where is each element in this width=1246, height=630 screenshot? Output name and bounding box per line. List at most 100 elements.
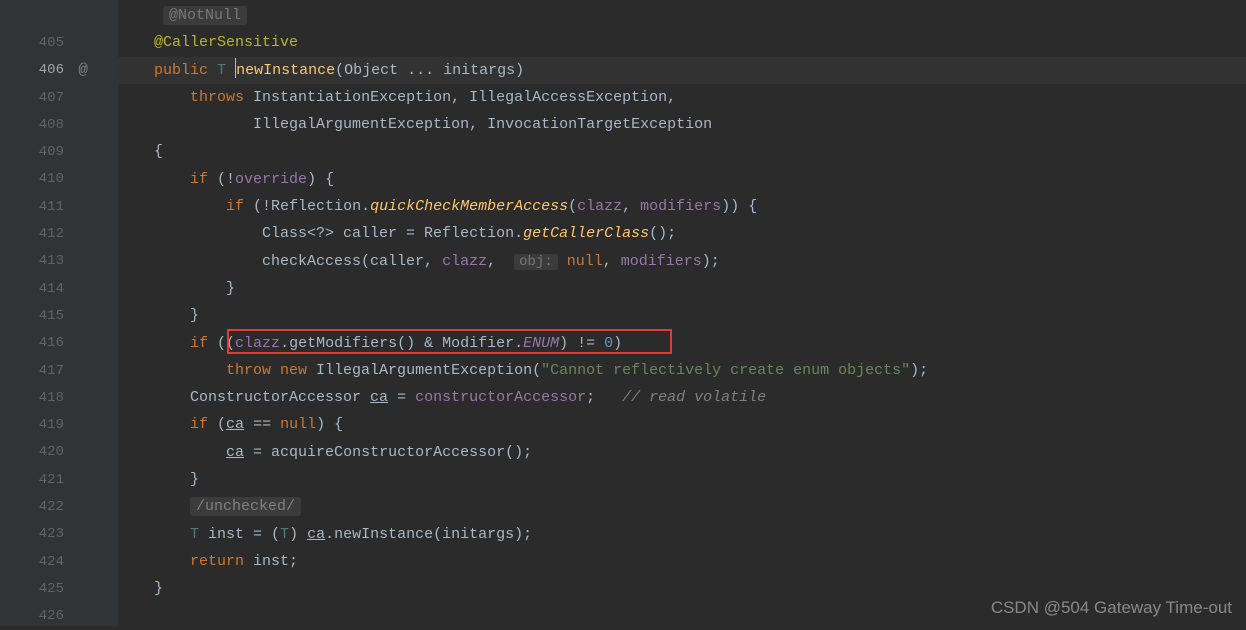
line-num: 424 (0, 554, 96, 570)
type-param: T (217, 62, 226, 79)
code: ) { (316, 416, 343, 433)
comment-block: /unchecked/ (190, 497, 301, 516)
line-num: 422 (0, 499, 96, 515)
line-num: 412 (0, 226, 96, 242)
field: constructorAccessor (415, 389, 586, 406)
code: (( (208, 335, 235, 352)
field: clazz (442, 253, 487, 270)
type: T (280, 526, 289, 543)
code-line: /unchecked/ (118, 493, 1246, 520)
code-line: IllegalArgumentException, InvocationTarg… (118, 111, 1246, 138)
line-num: 416 (0, 335, 96, 351)
line-num: 407 (0, 90, 96, 106)
code: inst; (244, 553, 298, 570)
exceptions: InstantiationException, IllegalAccessExc… (253, 89, 676, 106)
code: IllegalArgumentException( (307, 362, 541, 379)
brace: } (190, 471, 199, 488)
code: , (487, 253, 505, 270)
code-line-active: public T newInstance(Object ... initargs… (118, 57, 1246, 84)
code: checkAccess(caller, (262, 253, 442, 270)
code: (! (208, 171, 235, 188)
code-line: if (!override) { (118, 166, 1246, 193)
code-line: if (!Reflection.quickCheckMemberAccess(c… (118, 193, 1246, 220)
line-num: 426 (0, 608, 96, 624)
variable: ca (226, 444, 244, 461)
code: , (622, 198, 640, 215)
code-line: throw new IllegalArgumentException("Cann… (118, 357, 1246, 384)
annotation: @CallerSensitive (154, 34, 298, 51)
code-line: } (118, 302, 1246, 329)
code: ; (586, 389, 622, 406)
line-number-gutter: 405 406@ 407 408 409 410 411 412 413 414… (0, 0, 96, 626)
code-line: Class<?> caller = Reflection.getCallerCl… (118, 220, 1246, 247)
code: ) (289, 526, 307, 543)
field: override (235, 171, 307, 188)
code: ) { (307, 171, 334, 188)
static-method: getCallerClass (523, 225, 649, 242)
code-editor[interactable]: 405 406@ 407 408 409 410 411 412 413 414… (0, 0, 1246, 626)
annotation-notnull: @NotNull (163, 6, 247, 25)
brace: } (226, 280, 235, 297)
code-line: throws InstantiationException, IllegalAc… (118, 84, 1246, 111)
code: inst = ( (199, 526, 280, 543)
type: T (190, 526, 199, 543)
keyword: null (280, 416, 316, 433)
code: = acquireConstructorAccessor(); (244, 444, 532, 461)
code: ConstructorAccessor (190, 389, 370, 406)
method-name: newInstance (236, 62, 335, 79)
code: ( (208, 416, 226, 433)
brace: } (190, 307, 199, 324)
line-num: 415 (0, 308, 96, 324)
code: ) != (559, 335, 604, 352)
line-num: 420 (0, 444, 96, 460)
code: ); (702, 253, 720, 270)
code-line: @CallerSensitive (118, 29, 1246, 56)
code: == (244, 416, 280, 433)
line-num: 408 (0, 117, 96, 133)
code: Class<?> caller = Reflection. (262, 225, 523, 242)
fold-margin (96, 0, 118, 626)
line-num: 417 (0, 363, 96, 379)
keyword: null (567, 253, 603, 270)
code-line: } (118, 275, 1246, 302)
line-num: 421 (0, 472, 96, 488)
code-content[interactable]: @NotNull @CallerSensitive public T newIn… (118, 0, 1246, 626)
string: "Cannot reflectively create enum objects… (541, 362, 910, 379)
variable: ca (226, 416, 244, 433)
code-line: { (118, 138, 1246, 165)
code-line: if ((clazz.getModifiers() & Modifier.ENU… (118, 330, 1246, 357)
keyword: return (190, 553, 244, 570)
number: 0 (604, 335, 613, 352)
constant: ENUM (523, 335, 559, 352)
brace: } (154, 580, 163, 597)
line-num: 409 (0, 144, 96, 160)
keyword: if (226, 198, 244, 215)
override-marker-icon[interactable]: @ (78, 61, 88, 79)
field: clazz (235, 335, 280, 352)
code: )) { (721, 198, 757, 215)
code: = (388, 389, 415, 406)
code-line: } (118, 466, 1246, 493)
code: (); (649, 225, 676, 242)
line-num: 418 (0, 390, 96, 406)
line-num: 413 (0, 253, 96, 269)
code-line: checkAccess(caller, clazz, obj: null, mo… (118, 248, 1246, 275)
field: modifiers (621, 253, 702, 270)
field: clazz (577, 198, 622, 215)
code: .newInstance(initargs); (325, 526, 532, 543)
code: ) (613, 335, 622, 352)
code: ); (910, 362, 928, 379)
code-line: T inst = (T) ca.newInstance(initargs); (118, 521, 1246, 548)
keyword: if (190, 416, 208, 433)
code-line: return inst; (118, 548, 1246, 575)
variable: ca (307, 526, 325, 543)
keyword: if (190, 335, 208, 352)
line-num: 425 (0, 581, 96, 597)
param-hint: obj: (514, 254, 558, 270)
params: (Object ... initargs) (335, 62, 524, 79)
code-line: if (ca == null) { (118, 411, 1246, 438)
keyword: public (154, 62, 208, 79)
comment: // read volatile (622, 389, 766, 406)
code-line: ca = acquireConstructorAccessor(); (118, 439, 1246, 466)
line-num: 423 (0, 526, 96, 542)
